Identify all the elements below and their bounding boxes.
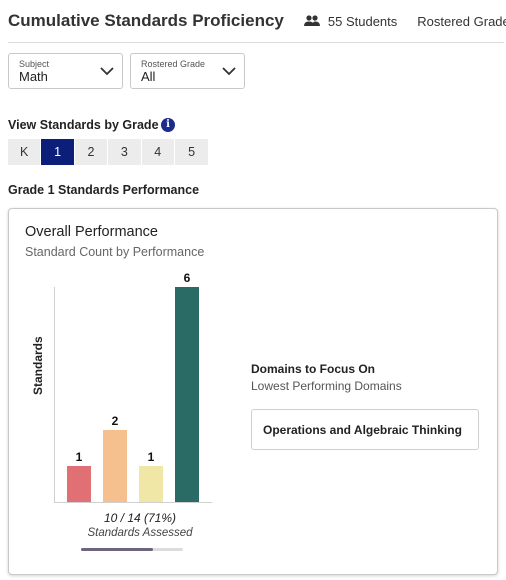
bar-1[interactable] — [103, 430, 127, 502]
focus-domain-label: Operations and Algebraic Thinking — [263, 423, 462, 437]
people-icon — [303, 15, 320, 26]
grade-tab-4[interactable]: 4 — [141, 139, 175, 165]
focus-title: Domains to Focus On — [251, 362, 376, 376]
chevron-down-icon — [100, 67, 114, 76]
chevron-down-icon — [222, 67, 236, 76]
bar-value-label-0: 1 — [75, 450, 83, 464]
y-axis — [54, 287, 55, 502]
progress-fill — [81, 548, 154, 551]
subject-select-label: Subject — [19, 59, 50, 69]
x-axis — [54, 502, 212, 503]
overall-performance-card: Overall Performance Standard Count by Pe… — [8, 208, 498, 575]
grade-tabs: K12345 — [8, 139, 209, 165]
subject-select[interactable]: Subject Math — [8, 53, 123, 89]
bar-value-label-2: 1 — [147, 450, 155, 464]
grade-tab-1[interactable]: 1 — [41, 139, 75, 165]
rostered-grade-info: Rostered Grade: 6 — [417, 14, 506, 29]
bar-0[interactable] — [67, 466, 91, 502]
page-header: Cumulative Standards Proficiency 55 Stud… — [8, 8, 506, 34]
standards-assessed-value: 10 / 14 (71%) — [103, 511, 177, 525]
grade-tab-5[interactable]: 5 — [174, 139, 209, 165]
student-count-text: 55 Students — [327, 13, 398, 29]
bar-value-label-1: 2 — [111, 414, 119, 428]
rostered-grade-label: Rostered Grade: — [417, 13, 506, 29]
page-title: Cumulative Standards Proficiency — [8, 11, 284, 30]
section-title: Grade 1 Standards Performance — [8, 183, 200, 197]
info-icon[interactable]: i — [161, 118, 175, 132]
y-axis-label: Standards — [31, 336, 45, 395]
student-count: 55 Students — [303, 13, 398, 29]
subject-select-value: Math — [19, 69, 48, 84]
bar-value-label-3: 6 — [183, 271, 191, 285]
rostered-grade-select[interactable]: Rostered Grade All — [130, 53, 245, 89]
header-divider — [8, 42, 504, 43]
focus-domain-item[interactable]: Operations and Algebraic Thinking — [251, 409, 479, 450]
grade-tab-k[interactable]: K — [8, 139, 42, 165]
standards-assessed-progress — [81, 548, 183, 551]
bar-3[interactable] — [175, 287, 199, 502]
focus-subtitle: Lowest Performing Domains — [251, 379, 402, 393]
grade-tab-3[interactable]: 3 — [108, 139, 142, 165]
rostered-grade-select-label: Rostered Grade — [141, 59, 206, 69]
grade-tab-2[interactable]: 2 — [74, 139, 109, 165]
view-by-grade-label: View Standards by Grade — [8, 118, 159, 132]
performance-bar-chart: Standards 1 2 1 6 — [9, 209, 239, 549]
bar-2[interactable] — [139, 466, 163, 502]
standards-assessed-label: Standards Assessed — [87, 527, 193, 539]
rostered-grade-select-value: All — [141, 69, 156, 84]
